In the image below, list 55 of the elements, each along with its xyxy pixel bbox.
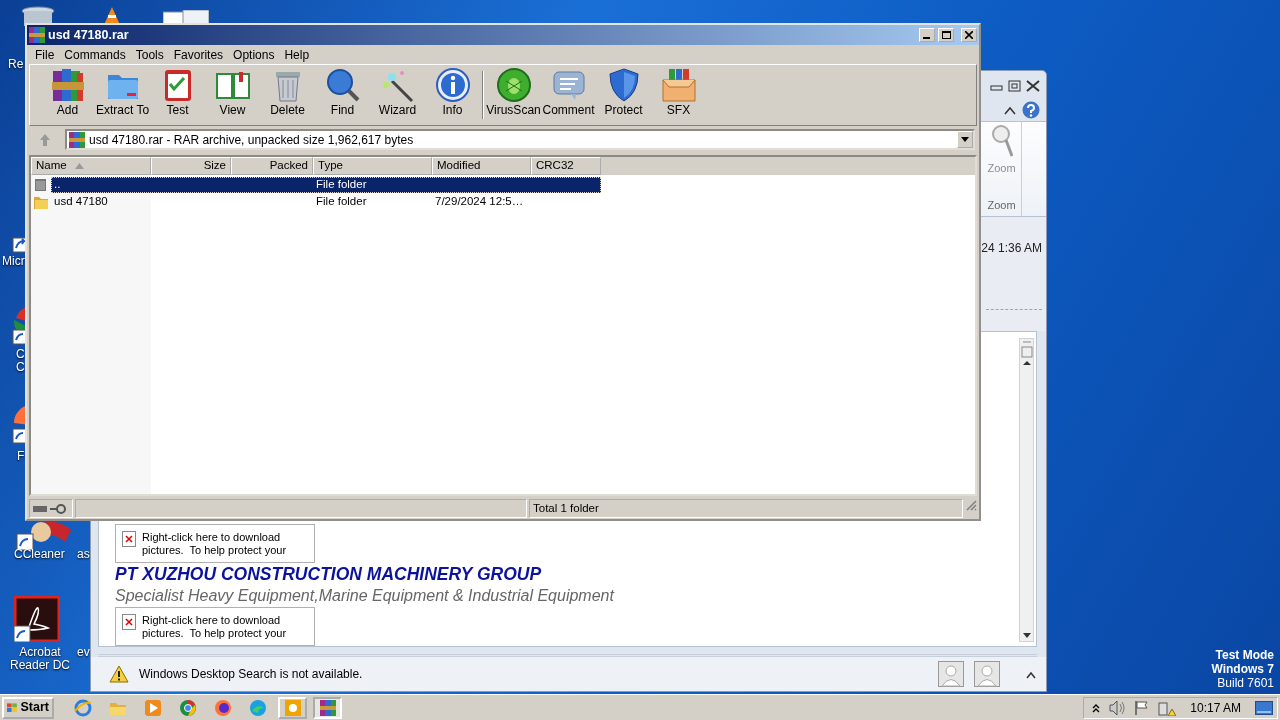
menu-item[interactable]: Tools <box>130 45 169 64</box>
window-title: usd 47180.rar <box>48 26 130 44</box>
column-header[interactable]: Packed <box>231 157 313 175</box>
icon-label[interactable]: Acrobat Reader DC <box>10 646 71 672</box>
column-header[interactable]: Size <box>151 157 231 175</box>
menu-item[interactable]: File <box>30 45 60 64</box>
placeholder-text: Right-click here to download pictures. To help protect your <box>142 531 288 558</box>
status-text: Total 1 folder <box>533 500 599 516</box>
toolbar-button[interactable]: Test <box>150 65 205 125</box>
path-field[interactable]: usd 47180.rar - RAR archive, unpacked size 1,962,617 bytes <box>65 129 975 150</box>
image-placeholder[interactable]: Right-click here to download pictures. To help protect your <box>115 607 315 646</box>
toolbar-button[interactable]: VirusScan <box>486 65 541 125</box>
toolbar-button[interactable]: Find <box>315 65 370 125</box>
icon-label[interactable]: F <box>17 450 25 463</box>
menu-item[interactable]: Commands <box>59 45 131 64</box>
table-cell-text: 7/29/2024 12:5… <box>434 195 525 208</box>
file-row[interactable]: usd 47180 File folder 7/29/2024 12:5… <box>51 193 601 210</box>
icon-label[interactable]: C C <box>16 348 25 374</box>
column-header[interactable]: Name <box>31 157 151 175</box>
watermark-text: Windows 7 <box>1211 662 1274 676</box>
toolbar-button[interactable]: Extract To <box>95 65 150 125</box>
company-heading: PT XUZHOU CONSTRUCTION MACHINERY GROUP <box>115 563 542 585</box>
toolbar-button[interactable]: Delete <box>260 65 315 125</box>
watermark-text: Test Mode <box>1215 648 1274 662</box>
icon-label[interactable]: Micr <box>2 255 25 268</box>
toolbar-button[interactable]: Comment <box>541 65 596 125</box>
icon-label[interactable]: CCleaner <box>14 548 65 561</box>
column-header[interactable]: Modified <box>432 157 531 175</box>
start-button[interactable]: Start <box>2 696 54 719</box>
toolbar-button[interactable]: Add <box>40 65 95 125</box>
icon-label[interactable]: ev <box>77 646 90 659</box>
table-cell-text: File folder <box>315 195 368 208</box>
menu-item[interactable]: Options <box>228 45 280 64</box>
icon-label[interactable]: Re <box>8 58 24 71</box>
table-cell-text: File folder <box>315 178 368 191</box>
menu-item[interactable]: Help <box>279 45 315 64</box>
toolbar-button[interactable]: Protect <box>596 65 651 125</box>
toolbar-button[interactable]: View <box>205 65 260 125</box>
ribbon-group-label: Zoom <box>987 197 1016 213</box>
column-header[interactable]: CRC32 <box>531 157 601 175</box>
notice-text: Windows Desktop Search is not available. <box>139 666 363 683</box>
table-cell-text: usd 47180 <box>53 195 109 208</box>
column-header[interactable]: Type <box>313 157 432 175</box>
image-placeholder[interactable]: Right-click here to download pictures. To help protect your <box>115 524 315 563</box>
file-row[interactable]: .. File folder <box>51 176 601 193</box>
toolbar-button[interactable]: SFX <box>651 65 706 125</box>
company-tagline: Specialist Heavy Equipment,Marine Equipment & Industrial Equipment <box>115 586 614 606</box>
table-cell-text: .. <box>53 178 62 191</box>
toolbar-button[interactable]: Info <box>425 65 480 125</box>
menu-item[interactable]: Favorites <box>168 45 229 64</box>
icon-label[interactable]: as <box>77 548 90 561</box>
received-date: 24 1:36 AM <box>981 240 1042 257</box>
watermark-text: Build 7601 <box>1217 676 1274 690</box>
toolbar-button[interactable]: Wizard <box>370 65 425 125</box>
placeholder-text: Right-click here to download pictures. To help protect your <box>142 614 288 641</box>
